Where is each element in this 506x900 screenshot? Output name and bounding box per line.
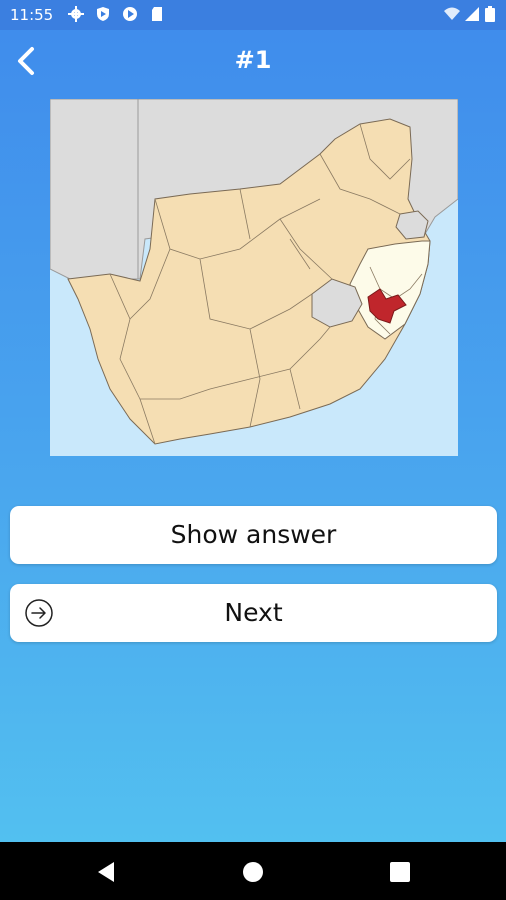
quiz-map: [50, 99, 458, 456]
wifi-icon: [444, 7, 460, 20]
back-triangle-icon[interactable]: [94, 860, 118, 884]
show-answer-button[interactable]: Show answer: [10, 506, 497, 564]
status-time: 11:55: [10, 6, 54, 24]
play-store-icon: [123, 7, 137, 21]
next-label: Next: [224, 598, 283, 627]
battery-icon: [485, 6, 495, 22]
app-bar: #1: [0, 30, 506, 92]
page-title: #1: [234, 46, 272, 74]
status-bar: 11:55: [0, 0, 506, 30]
recents-square-icon[interactable]: [388, 860, 412, 884]
next-button[interactable]: Next: [10, 584, 497, 642]
shield-icon: [97, 7, 109, 21]
settings-icon: [68, 6, 84, 22]
system-nav-bar: [0, 842, 506, 900]
south-africa-map-icon: [50, 99, 458, 456]
signal-icon: [465, 7, 479, 21]
show-answer-label: Show answer: [170, 520, 337, 549]
sd-card-icon: [152, 7, 162, 21]
home-circle-icon[interactable]: [241, 860, 265, 884]
